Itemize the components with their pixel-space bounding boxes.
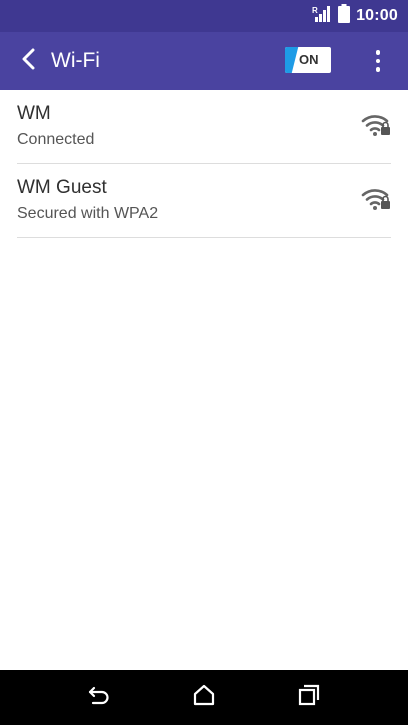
wifi-locked-icon xyxy=(361,186,391,212)
battery-icon xyxy=(338,4,351,28)
more-vertical-icon xyxy=(375,50,381,55)
back-icon xyxy=(87,684,111,711)
network-status: Secured with WPA2 xyxy=(17,205,159,222)
network-item-wm[interactable]: WM Connected xyxy=(17,90,391,164)
toggle-label: ON xyxy=(299,52,319,67)
toggle-accent xyxy=(285,47,299,73)
page-title: Wi-Fi xyxy=(51,49,100,72)
network-status: Connected xyxy=(17,131,95,148)
status-time: 10:00 xyxy=(356,7,398,24)
svg-text:R: R xyxy=(312,6,318,15)
app-bar: Wi-Fi ON xyxy=(0,32,408,90)
network-item-wm-guest[interactable]: WM Guest Secured with WPA2 xyxy=(17,164,391,238)
network-name: WM xyxy=(17,103,51,124)
status-icons: R 10:00 xyxy=(312,4,398,28)
signal-icon: R xyxy=(312,5,332,28)
network-name: WM Guest xyxy=(17,177,107,198)
chevron-left-icon xyxy=(20,48,38,75)
network-list: WM Connected WM Guest Secured with WPA2 xyxy=(0,90,408,238)
nav-recent-apps-button[interactable] xyxy=(296,684,322,710)
wifi-toggle[interactable]: ON xyxy=(285,47,331,73)
nav-back-button[interactable] xyxy=(86,684,112,710)
back-button[interactable] xyxy=(12,44,46,78)
home-icon xyxy=(192,684,216,711)
nav-home-button[interactable] xyxy=(191,684,217,710)
status-bar: R 10:00 xyxy=(0,0,408,32)
recent-apps-icon xyxy=(297,684,321,711)
navigation-bar xyxy=(0,670,408,725)
overflow-menu-button[interactable] xyxy=(366,44,390,78)
wifi-locked-icon xyxy=(361,112,391,138)
